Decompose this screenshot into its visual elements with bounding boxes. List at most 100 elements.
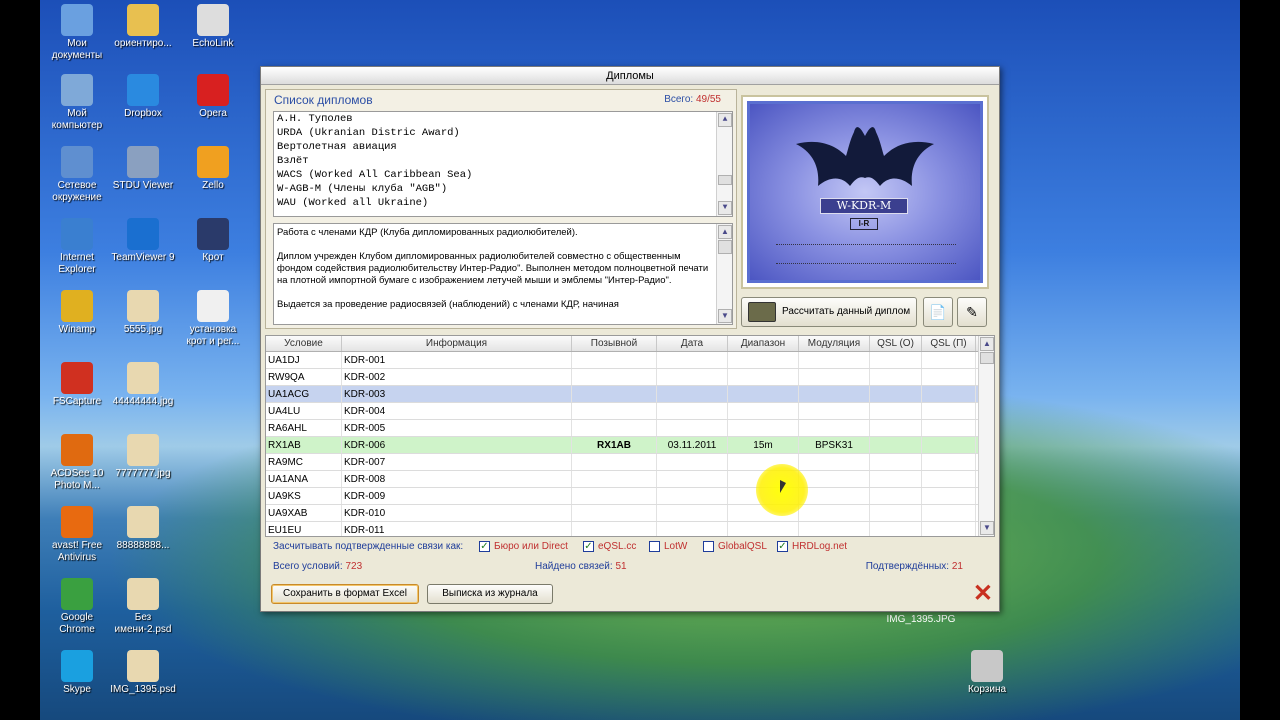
awards-scrollbar[interactable]: ▲ ▼ — [716, 112, 732, 216]
calculate-award-button[interactable]: Рассчитать данный диплом — [741, 297, 917, 327]
qsl-checkbox[interactable]: ✓ — [479, 541, 490, 552]
qsl-checkbox-label[interactable]: LotW — [664, 538, 687, 556]
description-scrollbar[interactable]: ▲ ▼ — [716, 224, 732, 324]
close-icon[interactable]: ✕ — [973, 582, 993, 606]
desktop-icon[interactable]: TeamViewer 9 — [108, 218, 178, 264]
table-row[interactable]: RA9MC KDR-007 — [266, 454, 994, 471]
desktop-icon[interactable]: Google Chrome — [42, 578, 112, 636]
desktop-icon[interactable]: 5555.jpg — [108, 290, 178, 336]
edit-button[interactable]: ✎ — [957, 297, 987, 327]
table-row[interactable]: UA9KS KDR-009 — [266, 488, 994, 505]
table-cell — [922, 369, 976, 385]
desktop-icon[interactable]: Skype — [42, 650, 112, 696]
table-row[interactable]: RA6AHL KDR-005 — [266, 420, 994, 437]
column-header[interactable]: QSL (О) — [870, 336, 922, 351]
column-header[interactable]: Модуляция — [799, 336, 870, 351]
table-row[interactable]: EU1EU KDR-011 — [266, 522, 994, 536]
table-scrollbar[interactable]: ▲ ▼ — [978, 336, 994, 536]
table-cell — [922, 437, 976, 453]
scroll-up-icon[interactable]: ▲ — [718, 113, 732, 127]
description-paragraph-2: Диплом учрежден Клубом дипломированных р… — [277, 251, 709, 286]
award-list-item[interactable]: Вертолетная авиация — [274, 140, 732, 154]
my-documents-icon — [61, 4, 93, 36]
scroll-thumb[interactable] — [718, 240, 732, 254]
desktop-icon[interactable]: FSCapture — [42, 362, 112, 408]
desktop-icon[interactable]: ACDSee 10 Photo M... — [42, 434, 112, 492]
desktop-icon[interactable]: Мой компьютер — [42, 74, 112, 132]
award-list-item[interactable]: WACS (Worked All Caribbean Sea) — [274, 168, 732, 182]
desktop-icon-label: Сетевое окружение — [52, 180, 102, 203]
desktop-icon[interactable]: ориентиро... — [108, 4, 178, 50]
table-row[interactable]: RX1AB KDR-006 RX1AB 03.11.2011 15m BPSK31 — [266, 437, 994, 454]
document-button[interactable]: 📄 — [923, 297, 953, 327]
desktop-icon[interactable]: Мои документы — [42, 4, 112, 62]
award-list-item[interactable]: WAU (Worked all Ukraine) — [274, 196, 732, 210]
desktop-icon[interactable]: EchoLink — [178, 4, 248, 50]
scroll-down-icon[interactable]: ▼ — [980, 521, 994, 535]
qso-table[interactable]: Условие Информация Позывной Дата Диапазон Мод… — [265, 335, 995, 537]
scroll-thumb[interactable] — [980, 352, 994, 364]
scroll-up-icon[interactable]: ▲ — [718, 225, 732, 239]
journal-extract-button[interactable]: Выписка из журнала — [427, 584, 553, 604]
table-cell — [870, 505, 922, 521]
table-row[interactable]: UA9XAB KDR-010 — [266, 505, 994, 522]
qsl-checkbox-label[interactable]: Бюро или Direct — [494, 538, 568, 556]
computer-icon — [61, 74, 93, 106]
table-row[interactable]: RW9QA KDR-002 — [266, 369, 994, 386]
desktop-icon[interactable]: установка крот и рег... — [178, 290, 248, 348]
scroll-up-icon[interactable]: ▲ — [980, 337, 994, 351]
table-row[interactable]: UA4LU KDR-004 — [266, 403, 994, 420]
table-cell — [922, 386, 976, 402]
scroll-down-icon[interactable]: ▼ — [718, 201, 732, 215]
antenna-icon — [197, 4, 229, 36]
table-cell — [922, 454, 976, 470]
table-cell — [870, 437, 922, 453]
column-header[interactable]: Дата — [657, 336, 728, 351]
save-excel-button[interactable]: Сохранить в формат Excel — [271, 584, 419, 604]
table-row[interactable]: UA1DJ KDR-001 — [266, 352, 994, 369]
desktop-icon[interactable]: avast! Free Antivirus — [42, 506, 112, 564]
desktop-icon[interactable]: Крот — [178, 218, 248, 264]
desktop-icon[interactable]: Сетевое окружение — [42, 146, 112, 204]
desktop-icon-label: Крот — [202, 252, 224, 263]
award-list-item[interactable]: А.Н. Туполев — [274, 112, 732, 126]
desktop-icon[interactable]: Winamp — [42, 290, 112, 336]
qsl-checkbox[interactable]: ✓ — [583, 541, 594, 552]
desktop-icon[interactable]: Корзина — [952, 650, 1022, 696]
scroll-down-icon[interactable]: ▼ — [718, 309, 732, 323]
desktop-icon[interactable]: STDU Viewer — [108, 146, 178, 192]
desktop-icon[interactable]: 44444444.jpg — [108, 362, 178, 408]
column-header[interactable]: QSL (П) — [922, 336, 976, 351]
award-list-item[interactable]: W-AGB-M (Члены клуба "AGB") — [274, 182, 732, 196]
table-row[interactable]: UA1ANA KDR-008 — [266, 471, 994, 488]
desktop-icon-label: Opera — [199, 108, 227, 119]
desktop-icon[interactable]: Zello — [178, 146, 248, 192]
qsl-checkbox[interactable] — [649, 541, 660, 552]
qsl-checkbox-label[interactable]: GlobalQSL — [718, 538, 767, 556]
qsl-checkbox-label[interactable]: eQSL.cc — [598, 538, 636, 556]
scroll-thumb[interactable] — [718, 175, 732, 185]
window-title[interactable]: Дипломы — [261, 67, 999, 85]
qsl-checkbox-label[interactable]: HRDLog.net — [792, 538, 847, 556]
desktop-icon[interactable]: 7777777.jpg — [108, 434, 178, 480]
table-cell — [799, 369, 870, 385]
desktop-icon[interactable]: IMG_1395.psd — [108, 650, 178, 696]
desktop-icon[interactable]: Dropbox — [108, 74, 178, 120]
column-header[interactable]: Диапазон — [728, 336, 799, 351]
confirmed-contacts-label: Подтверждённых: — [865, 561, 950, 572]
awards-listbox[interactable]: А.Н. Туполев URDA (Ukranian Distric Award… — [273, 111, 733, 217]
qsl-checkbox[interactable]: ✓ — [777, 541, 788, 552]
column-header[interactable]: Условие — [266, 336, 342, 351]
desktop-icon[interactable]: 88888888... — [108, 506, 178, 552]
certificate-image: W-KDR-M I-R — [747, 101, 983, 283]
table-row[interactable]: UA1ACG KDR-003 — [266, 386, 994, 403]
table-cell — [922, 471, 976, 487]
column-header[interactable]: Информация — [342, 336, 572, 351]
column-header[interactable]: Позывной — [572, 336, 657, 351]
award-list-item[interactable]: URDA (Ukranian Distric Award) — [274, 126, 732, 140]
desktop-icon[interactable]: Opera — [178, 74, 248, 120]
desktop-icon[interactable]: Без имени-2.psd — [108, 578, 178, 636]
qsl-checkbox[interactable] — [703, 541, 714, 552]
desktop-icon[interactable]: Internet Explorer — [42, 218, 112, 276]
award-list-item[interactable]: Взлёт — [274, 154, 732, 168]
